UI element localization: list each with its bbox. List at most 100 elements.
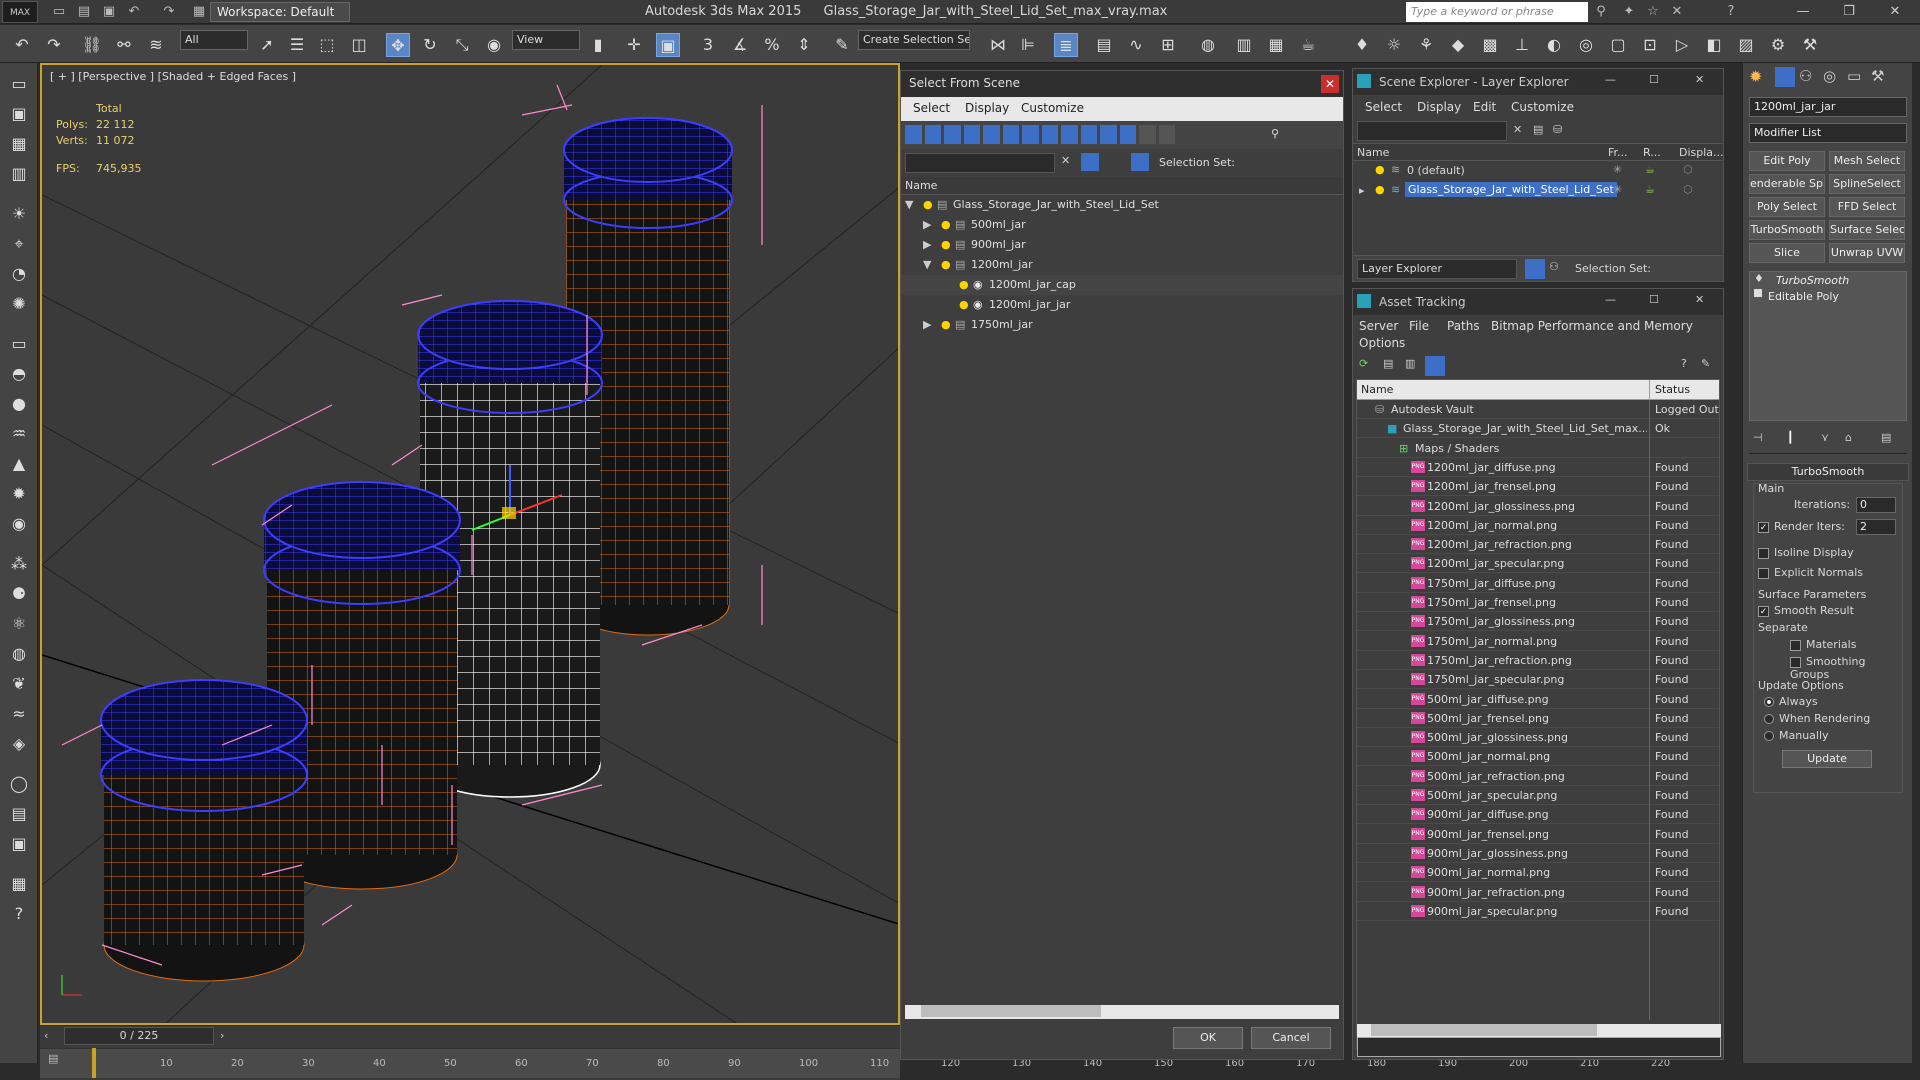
asset-row[interactable]: PNG 500ml_jar_frensel.png Found (1357, 709, 1719, 728)
display-helpers-icon[interactable] (983, 125, 1000, 144)
link-icon[interactable]: ⛓ (80, 33, 104, 57)
light-bulb-icon[interactable]: ● (941, 255, 951, 275)
ok-button[interactable]: OK (1173, 1027, 1243, 1049)
minimize-icon[interactable]: — (1605, 73, 1616, 86)
pivot-icon[interactable]: ▮ (586, 33, 610, 57)
se-col-name[interactable]: Name (1357, 146, 1389, 159)
modifier-button[interactable]: Unwrap UVW (1829, 243, 1905, 263)
star-icon[interactable]: ☆ (1644, 3, 1662, 21)
create-plane-icon[interactable]: ▥ (6, 161, 32, 187)
jar-500ml[interactable] (100, 679, 308, 982)
asset-row[interactable]: PNG 900ml_jar_refraction.png Found (1357, 883, 1719, 902)
binoculars-icon[interactable]: ⚲ (1592, 3, 1610, 21)
redo-icon[interactable]: ↷ (160, 3, 178, 21)
close-button[interactable]: ✕ (1880, 2, 1910, 22)
modifier-button[interactable]: enderable Splir (1749, 174, 1825, 194)
asset-row[interactable]: ⛁ Autodesk Vault Logged Out (1357, 400, 1719, 419)
undo-icon[interactable]: ↶ (125, 3, 143, 21)
viewport-label[interactable]: [ + ] [Perspective ] [Shaded + Edged Fac… (50, 70, 296, 83)
materials-checkbox[interactable]: Materials (1790, 638, 1856, 651)
light-bulb-icon[interactable]: ● (1375, 183, 1385, 196)
vray-camera-icon[interactable]: ◎ (1574, 33, 1598, 57)
filter-icon[interactable]: ⚲ (1271, 127, 1279, 140)
configure-sets-icon[interactable]: ▤ (1881, 431, 1891, 444)
modifier-button[interactable]: Slice (1749, 243, 1825, 263)
display-icon[interactable]: ⬡ (1683, 163, 1693, 176)
restore-button[interactable]: ❐ (1834, 2, 1864, 22)
percent-snap-icon[interactable]: % (760, 33, 784, 57)
keyboard-shortcut-icon[interactable]: ▣ (656, 33, 680, 57)
project-icon[interactable]: ▦ (190, 3, 208, 21)
se-clear-icon[interactable]: ✕ (1513, 123, 1522, 136)
maximize-icon[interactable]: ☐ (1649, 293, 1659, 306)
asset-row[interactable]: ■ Glass_Storage_Jar_with_Steel_Lid_Set_ma… (1357, 419, 1719, 439)
select-none-icon[interactable] (1158, 125, 1175, 144)
layer-row-set[interactable]: ▸ ● ≋ Glass_Storage_Jar_with_Steel_Lid_S… (1353, 181, 1723, 201)
expand-arrow-icon[interactable]: ▼ (905, 195, 913, 215)
scene-tree-row[interactable]: ▼ ● ▤ 1200ml_jar (901, 255, 1343, 275)
se-menu-display[interactable]: Display (1417, 100, 1461, 114)
freeze-icon[interactable]: ✳ (1613, 163, 1622, 176)
isoline-display-checkbox[interactable]: Isoline Display (1758, 546, 1854, 559)
schematic-view-icon[interactable]: ⊞ (1156, 33, 1180, 57)
sphere-icon[interactable]: ● (6, 391, 32, 417)
display-xrefs-icon[interactable] (1041, 125, 1058, 144)
selection-filter-dropdown[interactable]: All (180, 30, 248, 50)
minimize-button[interactable]: — (1788, 2, 1818, 22)
asset-row[interactable]: PNG 900ml_jar_diffuse.png Found (1357, 805, 1719, 825)
list-view-icon[interactable]: ▤ (1383, 357, 1393, 370)
select-object-icon[interactable]: ➚ (255, 33, 279, 57)
at-menu-paths[interactable]: Paths (1447, 319, 1480, 333)
modifier-button[interactable]: FFD Select (1829, 197, 1905, 217)
asset-row[interactable]: PNG 1750ml_jar_normal.png Found (1357, 632, 1719, 651)
tools-icon[interactable]: ✦ (1620, 3, 1638, 21)
undo-icon[interactable]: ↶ (10, 33, 34, 57)
refresh-icon[interactable]: ⟳ (1359, 357, 1368, 370)
vray-plane-icon[interactable]: ◆ (1446, 33, 1470, 57)
vray-sun-icon[interactable]: ☼ (1382, 33, 1406, 57)
pin-stack-icon[interactable]: ⊣ (1753, 431, 1763, 444)
display-bones-icon[interactable] (1061, 125, 1078, 144)
at-menu-file[interactable]: File (1409, 319, 1429, 333)
close-icon[interactable]: ✕ (1321, 75, 1339, 93)
asset-row[interactable]: PNG 900ml_jar_frensel.png Found (1357, 825, 1719, 844)
tree-view-icon[interactable]: ▥ (1405, 357, 1415, 370)
asset-row[interactable]: PNG 500ml_jar_refraction.png Found (1357, 767, 1719, 786)
sphere-light-icon[interactable]: ◉ (6, 511, 32, 537)
viewport-icon[interactable]: ▣ (6, 831, 32, 857)
when-rendering-radio[interactable]: When Rendering (1764, 712, 1870, 725)
layer-row-default[interactable]: ● ≋ 0 (default) ✳ ☕ ⬡ (1353, 161, 1723, 181)
always-radio[interactable]: Always (1764, 695, 1818, 708)
max-script-icon[interactable]: ▤ (6, 801, 32, 827)
expand-arrow-icon[interactable]: ▶ (923, 235, 931, 255)
find-input[interactable] (905, 153, 1055, 173)
create-grid-icon[interactable]: ▦ (6, 131, 32, 157)
at-menu-options[interactable]: Options (1359, 336, 1405, 350)
bone-icon[interactable]: ⚛ (6, 611, 32, 637)
at-help-icon[interactable]: ? (1681, 357, 1687, 370)
expand-arrow-icon[interactable]: ▼ (923, 255, 931, 275)
layers-mode-icon[interactable] (1525, 259, 1545, 279)
x-icon[interactable]: ✕ (1668, 3, 1686, 21)
asset-row[interactable]: PNG 500ml_jar_diffuse.png Found (1357, 690, 1719, 709)
menu-customize[interactable]: Customize (1021, 101, 1084, 115)
vray-tools-icon[interactable]: ⚙ (1766, 33, 1790, 57)
unlink-icon[interactable]: ⚯ (112, 33, 136, 57)
se-col-render[interactable]: R... (1643, 146, 1661, 159)
clear-find-icon[interactable]: ✕ (1061, 154, 1070, 167)
align-icon[interactable]: ⊫ (1016, 33, 1040, 57)
display-frozen-icon[interactable] (1100, 125, 1117, 144)
menu-display[interactable]: Display (965, 101, 1009, 115)
vray-sphere-icon[interactable]: ◐ (1542, 33, 1566, 57)
modifier-button[interactable]: Surface Select (1829, 220, 1905, 240)
vray-settings-icon[interactable]: ⚒ (1798, 33, 1822, 57)
vray-render-icon[interactable]: ⊡ (1638, 33, 1662, 57)
render-icon[interactable]: ☕ (1296, 33, 1320, 57)
modifier-button[interactable]: Edit Poly (1749, 151, 1825, 171)
display-spacewarps-icon[interactable] (1002, 125, 1019, 144)
scale-icon[interactable]: ⤡ (450, 33, 474, 57)
expand-arrow-icon[interactable]: ▶ (923, 215, 931, 235)
reference-coord-dropdown[interactable]: View (512, 30, 580, 50)
vray-light-icon[interactable]: ♦ (1350, 33, 1374, 57)
sun-icon[interactable]: ✹ (6, 481, 32, 507)
